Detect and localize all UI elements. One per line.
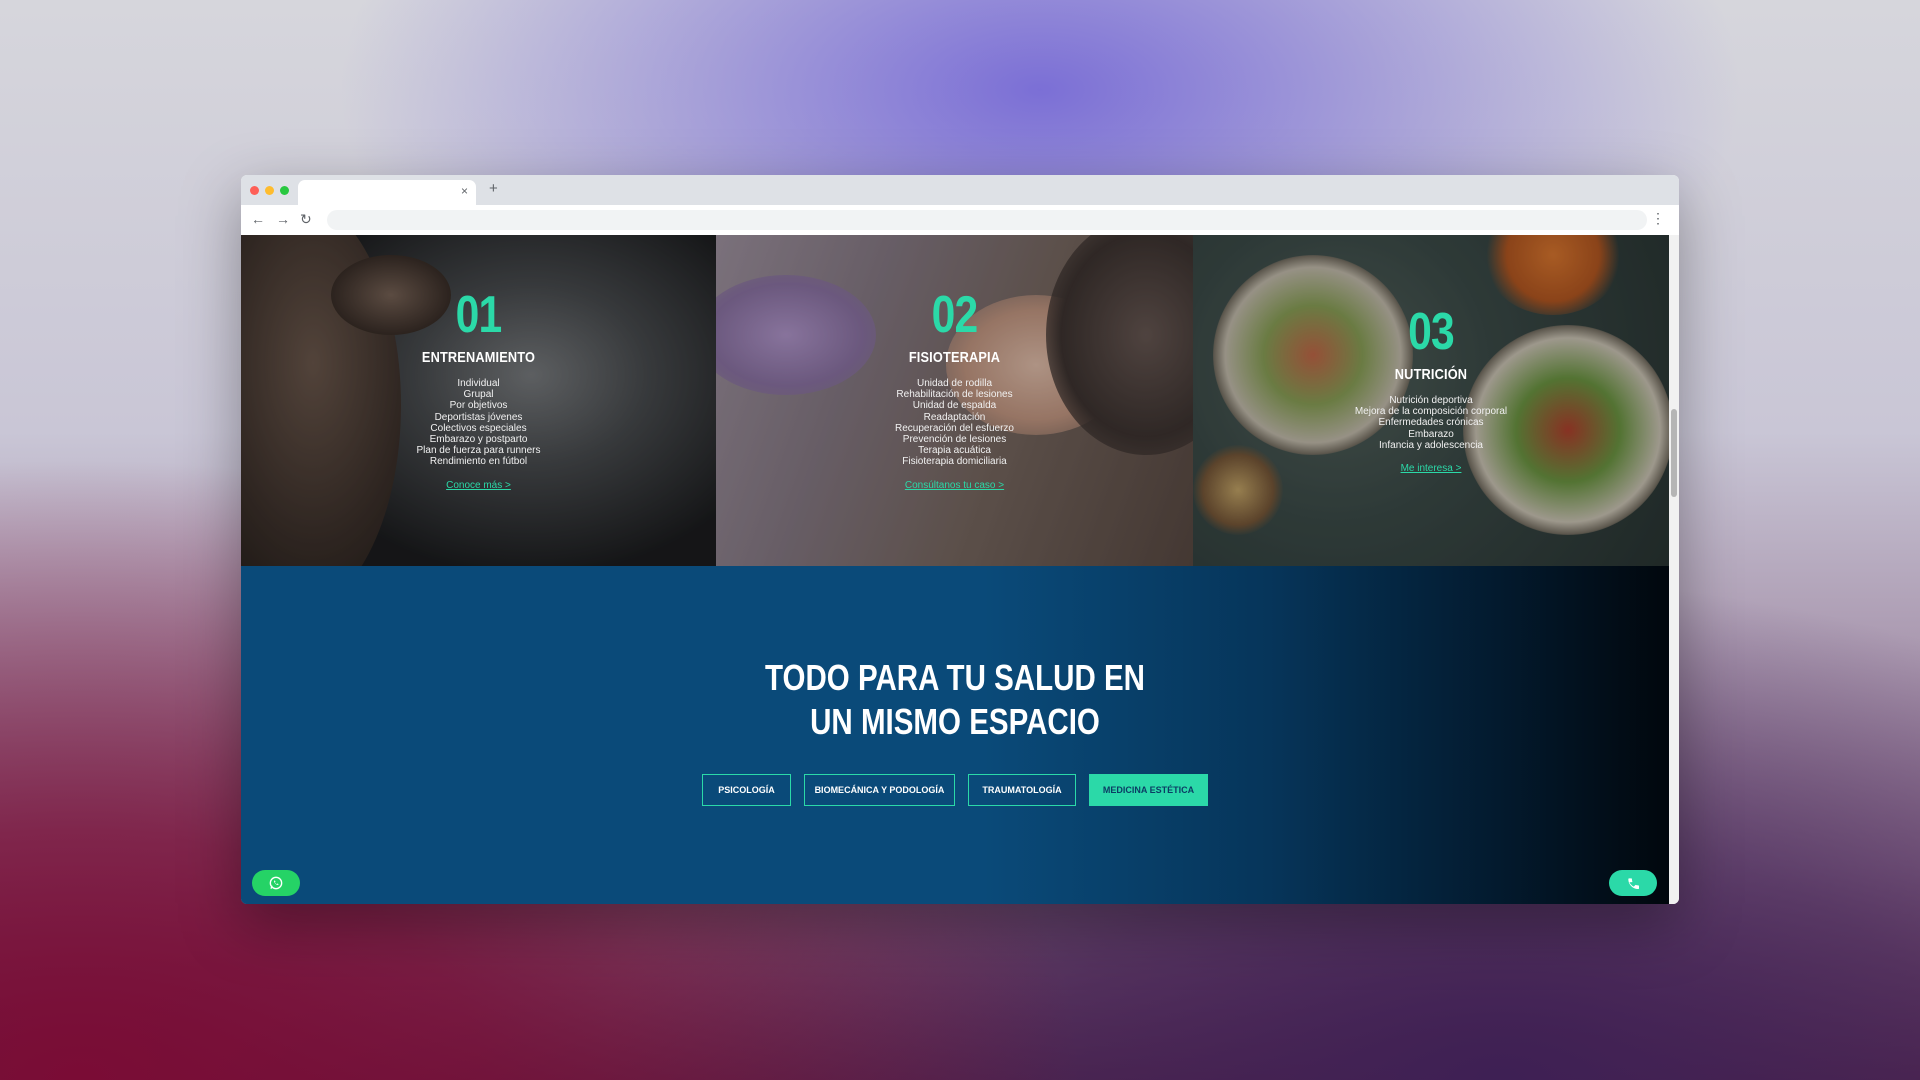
address-bar[interactable] (327, 210, 1647, 230)
whatsapp-button[interactable] (252, 870, 300, 896)
close-window-button[interactable] (250, 186, 259, 195)
specialty-buttons: PSICOLOGÍA BIOMECÁNICA Y PODOLOGÍA TRAUM… (241, 774, 1669, 806)
browser-menu-icon[interactable]: ⋮ (1651, 210, 1665, 227)
service-title: NUTRICIÓN (1394, 366, 1468, 383)
scrollbar-thumb[interactable] (1671, 409, 1677, 497)
service-card-fisioterapia: 02 FISIOTERAPIA Unidad de rodilla Rehabi… (716, 235, 1193, 566)
forward-icon[interactable]: → (276, 211, 290, 227)
service-list-item: Plan de fuerza para runners (416, 445, 541, 457)
browser-window: × + ← → ↻ ⋮ 01 ENTRENAMIENTO Individual … (241, 175, 1679, 904)
service-list-item: Infancia y adolescencia (1379, 439, 1483, 451)
psicologia-button[interactable]: PSICOLOGÍA (702, 774, 791, 806)
service-list-item: Colectivos especiales (430, 422, 527, 434)
browser-toolbar: ← → ↻ ⋮ (241, 205, 1679, 236)
browser-tab[interactable]: × (298, 180, 476, 205)
service-card-nutricion: 03 NUTRICIÓN Nutrición deportiva Mejora … (1193, 235, 1669, 566)
service-list: Unidad de rodilla Rehabilitación de lesi… (716, 378, 1193, 468)
service-list-item: Recuperación del esfuerzo (895, 422, 1014, 434)
health-space-section: TODO PARA TU SALUD EN UN MISMO ESPACIO P… (241, 566, 1669, 904)
new-tab-icon[interactable]: + (489, 180, 498, 197)
service-number: 02 (931, 286, 979, 344)
page-viewport: 01 ENTRENAMIENTO Individual Grupal Por o… (241, 235, 1669, 904)
maximize-window-button[interactable] (280, 186, 289, 195)
section-heading: TODO PARA TU SALUD EN UN MISMO ESPACIO (370, 656, 1541, 744)
service-card-content: 02 FISIOTERAPIA Unidad de rodilla Rehabi… (716, 287, 1193, 493)
phone-icon (1628, 878, 1639, 889)
reload-icon[interactable]: ↻ (300, 211, 312, 228)
service-card-content: 01 ENTRENAMIENTO Individual Grupal Por o… (241, 287, 716, 493)
biomecanica-podologia-button[interactable]: BIOMECÁNICA Y PODOLOGÍA (804, 774, 955, 806)
service-list-item: Individual (457, 378, 500, 389)
service-card-content: 03 NUTRICIÓN Nutrición deportiva Mejora … (1193, 304, 1669, 476)
service-list-item: Embarazo (1408, 428, 1454, 440)
service-list-item: Unidad de rodilla (916, 378, 993, 389)
back-icon[interactable]: ← (251, 211, 265, 227)
service-list-item: Deportistas jóvenes (434, 411, 523, 423)
service-list-item: Terapia acuática (918, 445, 991, 457)
service-title: FISIOTERAPIA (908, 349, 1001, 366)
service-list-item: Grupal (463, 389, 494, 401)
service-list-item: Enfermedades crónicas (1378, 417, 1484, 429)
service-list-item: Embarazo y postparto (429, 434, 528, 446)
conoce-mas-link[interactable]: Conoce más > (446, 480, 511, 491)
me-interesa-link[interactable]: Me interesa > (1401, 463, 1462, 474)
heading-line: UN MISMO ESPACIO (810, 701, 1100, 742)
service-list-item: Prevención de lesiones (902, 434, 1007, 446)
page-scrollbar[interactable] (1669, 235, 1679, 904)
phone-button[interactable] (1609, 870, 1657, 896)
service-list-item: Nutrición deportiva (1389, 395, 1473, 406)
tab-bar: × + (241, 175, 1679, 205)
tab-close-icon[interactable]: × (461, 184, 468, 198)
service-title: ENTRENAMIENTO (421, 349, 536, 366)
heading-line: TODO PARA TU SALUD EN (765, 657, 1145, 698)
service-list-item: Por objetivos (449, 400, 508, 412)
service-list-item: Unidad de espalda (912, 400, 997, 412)
medicina-estetica-button[interactable]: MEDICINA ESTÉTICA (1089, 774, 1208, 806)
services-section: 01 ENTRENAMIENTO Individual Grupal Por o… (241, 235, 1669, 566)
traumatologia-button[interactable]: TRAUMATOLOGÍA (968, 774, 1076, 806)
consultanos-link[interactable]: Consúltanos tu caso > (905, 480, 1004, 491)
service-list-item: Fisioterapia domiciliaria (902, 456, 1007, 468)
service-list-item: Readaptación (923, 411, 986, 423)
service-card-entrenamiento: 01 ENTRENAMIENTO Individual Grupal Por o… (241, 235, 716, 566)
service-list-item: Mejora de la composición corporal (1354, 406, 1508, 418)
service-list: Individual Grupal Por objetivos Deportis… (241, 378, 716, 468)
service-list-item: Rehabilitación de lesiones (896, 389, 1013, 401)
service-number: 01 (455, 286, 503, 344)
whatsapp-icon (269, 876, 283, 890)
window-controls (250, 186, 289, 195)
minimize-window-button[interactable] (265, 186, 274, 195)
service-list-item: Rendimiento en fútbol (429, 456, 528, 468)
service-number: 03 (1408, 303, 1455, 361)
service-list: Nutrición deportiva Mejora de la composi… (1193, 395, 1669, 451)
